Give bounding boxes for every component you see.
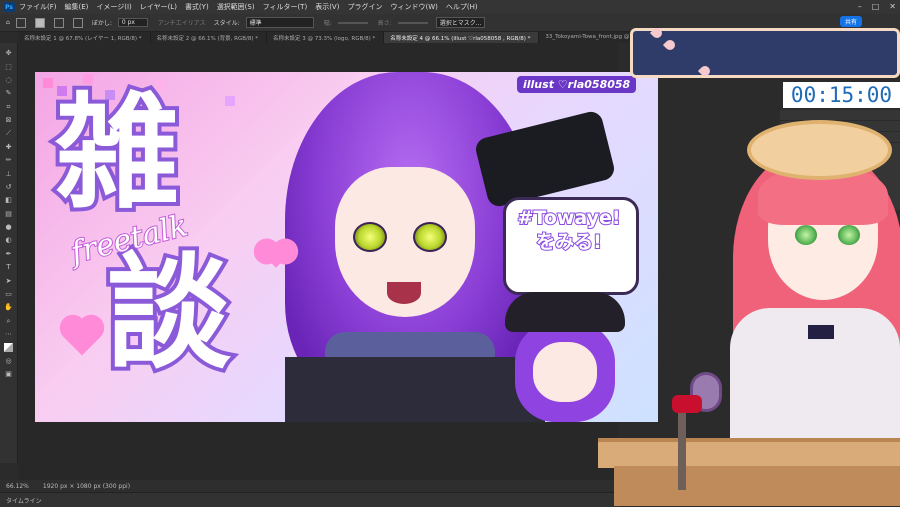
stream-timer: 00:15:00 [783, 82, 900, 108]
type-tool-icon[interactable]: T [4, 263, 13, 272]
home-icon[interactable]: ⌂ [6, 19, 10, 26]
lasso-tool-icon[interactable]: ◌ [4, 76, 13, 85]
history-brush-icon[interactable]: ↺ [4, 183, 13, 192]
menu-window[interactable]: ウィンドウ(W) [390, 2, 437, 12]
move-tool-icon[interactable]: ✥ [4, 49, 13, 58]
character-mouth [387, 282, 421, 304]
vtuber-ribbon [808, 325, 834, 339]
photoshop-logo-icon: Ps [3, 2, 15, 12]
bubble-line-2: をみる! [535, 230, 603, 254]
status-bar: 66.12% 1920 px × 1080 px (300 ppi) [0, 480, 620, 492]
healing-brush-icon[interactable]: ✚ [4, 143, 13, 152]
dodge-tool-icon[interactable]: ◐ [4, 236, 13, 245]
timeline-label[interactable]: タイムライン [6, 496, 42, 505]
heart-icon [263, 242, 289, 268]
tab-document-1[interactable]: 名称未設定 1 @ 67.8% (レイヤー 1, RGB/8) * [18, 32, 151, 43]
eraser-icon[interactable]: ◧ [4, 196, 13, 205]
menu-layer[interactable]: レイヤー(L) [140, 2, 177, 12]
panel-row [780, 110, 900, 121]
chibi-hat [505, 292, 625, 332]
character-right-eye [413, 222, 447, 252]
tools-panel: ✥ ⬚ ◌ ✎ ⌗ ⊠ ⟋ ✚ ✏ ⊥ ↺ ◧ ▤ ● ◐ ✒ T ➤ ▭ ✋ … [0, 43, 18, 463]
menu-view[interactable]: 表示(V) [315, 2, 339, 12]
clone-stamp-icon[interactable]: ⊥ [4, 170, 13, 179]
menu-image[interactable]: イメージ(I) [96, 2, 131, 12]
desk [598, 438, 900, 468]
menu-bar: Ps ファイル(F) 編集(E) イメージ(I) レイヤー(L) 書式(Y) 選… [0, 0, 900, 14]
overlay-frame [630, 28, 900, 78]
pixel-decoration [43, 78, 53, 88]
illustrator-credit: illust ♡rla058058 [517, 76, 637, 93]
menu-select[interactable]: 選択範囲(S) [217, 2, 255, 12]
vtuber-left-eye [795, 225, 817, 245]
gradient-tool-icon[interactable]: ▤ [4, 210, 13, 219]
shape-tool-icon[interactable]: ▭ [4, 290, 13, 299]
microphone-stand [678, 400, 686, 490]
vtuber-hat [747, 120, 892, 180]
marquee-tool-icon[interactable]: ⬚ [4, 63, 13, 72]
menu-filter[interactable]: フィルター(T) [263, 2, 308, 12]
feather-input[interactable]: 0 px [117, 18, 148, 27]
feather-label: ぼかし: [91, 20, 112, 27]
style-label: スタイル: [213, 20, 240, 27]
frame-tool-icon[interactable]: ⊠ [4, 116, 13, 125]
quick-mask-icon[interactable]: ◎ [4, 357, 13, 366]
tab-document-5[interactable]: 33_Tokoyami-Towa_front.jpg @ [539, 32, 639, 43]
select-and-mask-button[interactable]: 選択とマスク... [435, 17, 486, 28]
new-selection-icon[interactable] [34, 17, 45, 28]
marquee-tool-icon[interactable] [15, 17, 26, 28]
window-controls: – □ ✕ [858, 2, 896, 11]
character-left-eye [353, 222, 387, 252]
add-selection-icon[interactable] [53, 17, 64, 28]
path-select-icon[interactable]: ➤ [4, 277, 13, 286]
bubble-line-1: #Towaye! [516, 206, 621, 230]
crop-tool-icon[interactable]: ⌗ [4, 103, 13, 112]
brush-tool-icon[interactable]: ✏ [4, 156, 13, 165]
quick-select-icon[interactable]: ✎ [4, 89, 13, 98]
height-label: 高さ: [377, 20, 392, 27]
hand-tool-icon[interactable]: ✋ [4, 303, 13, 312]
vtuber-right-eye [838, 225, 860, 245]
chibi-face [533, 342, 597, 402]
screen-mode-icon[interactable]: ▣ [4, 370, 13, 379]
menu-type[interactable]: 書式(Y) [185, 2, 209, 12]
tab-document-3[interactable]: 名称未設定 3 @ 73.3% (logo, RGB/8) * [267, 32, 385, 43]
pen-tool-icon[interactable]: ✒ [4, 250, 13, 259]
style-select[interactable]: 標準 [245, 17, 314, 28]
eyedropper-icon[interactable]: ⟋ [4, 129, 13, 138]
menu-help[interactable]: ヘルプ(H) [446, 2, 478, 12]
height-input[interactable] [397, 21, 428, 24]
tab-document-2[interactable]: 名称未設定 2 @ 66.1% (背景, RGB/8) * [151, 32, 268, 43]
subtract-selection-icon[interactable] [72, 17, 83, 28]
speech-bubble-text: #Towaye! をみる! [513, 206, 625, 255]
width-label: 幅: [323, 20, 332, 27]
color-swatches-icon[interactable] [4, 343, 13, 353]
timeline-panel: タイムライン [0, 492, 620, 507]
title-kanji-top: 雑 [51, 81, 183, 226]
maximize-icon[interactable]: □ [872, 2, 880, 11]
minimize-icon[interactable]: – [858, 2, 862, 11]
zoom-tool-icon[interactable]: ⌕ [4, 317, 13, 326]
menu-file[interactable]: ファイル(F) [19, 2, 57, 12]
title-kanji-bottom: 談 [103, 241, 235, 386]
document-info: 1920 px × 1080 px (300 ppi) [42, 482, 131, 490]
antialias-checkbox[interactable]: アンチエイリアス [158, 18, 206, 27]
menu-edit[interactable]: 編集(E) [65, 2, 89, 12]
width-input[interactable] [337, 21, 368, 24]
desk-front [614, 466, 900, 506]
artwork-canvas[interactable]: #Towaye! をみる! 雑 談 freetalk illust ♡rla05… [35, 72, 658, 422]
pixel-decoration [225, 96, 235, 106]
close-icon[interactable]: ✕ [889, 2, 896, 11]
zoom-level[interactable]: 66.12% [6, 483, 29, 490]
tab-document-4[interactable]: 名称未設定 4 @ 66.1% (illust ♡rla058058 , RGB… [384, 32, 540, 43]
menu-plugins[interactable]: プラグイン [347, 2, 382, 12]
blur-tool-icon[interactable]: ● [4, 223, 13, 232]
share-button[interactable]: 共有 [839, 16, 862, 27]
chibi-character [505, 292, 625, 422]
microphone-bow [672, 395, 702, 413]
heart-icon [63, 318, 101, 356]
more-tools-icon[interactable]: ⋯ [4, 330, 13, 339]
